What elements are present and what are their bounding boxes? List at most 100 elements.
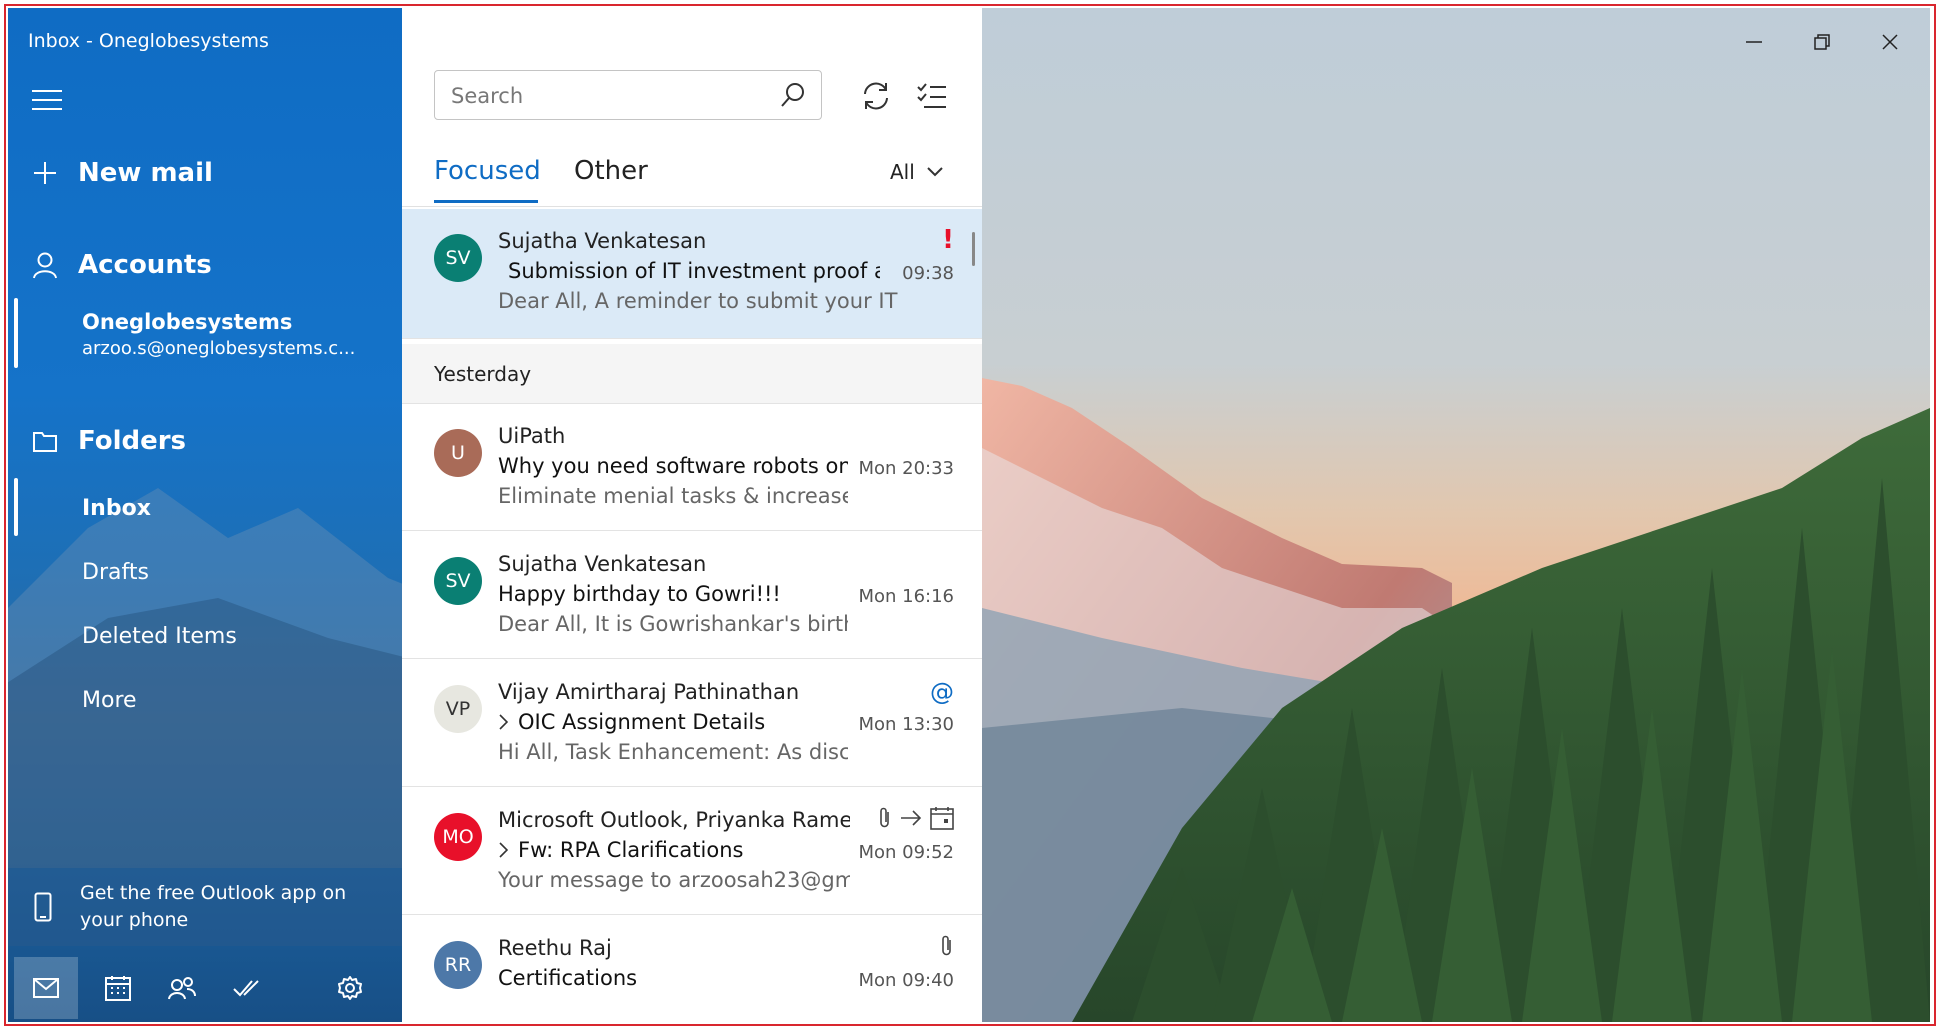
todo-nav-button[interactable] [214,957,278,1019]
sync-button[interactable] [858,78,894,114]
message-subject-row: OIC Assignment Details [498,710,848,734]
attachment-icon [880,807,889,828]
message-time: Mon 20:33 [858,458,954,479]
promo-text: Get the free Outlook app on your phone [80,882,347,931]
people-nav-button[interactable] [150,957,214,1019]
list-divider [402,206,982,207]
new-mail-button[interactable]: New mail [32,158,213,188]
message-subject: Certifications [498,966,638,990]
message-sender: Microsoft Outlook, Priyanka Ramesh [498,808,850,832]
tab-focused-underline [434,200,538,203]
message-sender: Reethu Raj [498,936,612,960]
sync-icon [864,82,888,110]
outlook-app-promo[interactable]: Get the free Outlook app on your phone [8,868,402,946]
calendar-nav-button[interactable] [86,957,150,1019]
message-preview: Eliminate menial tasks & increase er [498,484,848,508]
avatar: SV [434,234,482,282]
reading-pane-background [982,8,1930,1022]
folder-drafts[interactable]: Drafts [82,560,149,585]
message-status-icons: @ [930,678,954,706]
mention-icon: @ [930,678,954,706]
avatar: RR [434,941,482,989]
message-time: Mon 09:40 [858,970,954,991]
message-item[interactable]: SV Sujatha Venkatesan ! Submission of IT… [402,209,982,339]
message-subject: Happy birthday to Gowri!!! [498,582,781,606]
message-time: Mon 09:52 [858,842,954,863]
message-status-icons [940,934,954,958]
people-icon [168,976,196,999]
account-entry[interactable]: Oneglobesystems arzoo.s@oneglobesystems.… [82,310,355,359]
mountain-landscape-image [982,8,1930,1022]
message-preview: Dear All, It is Gowrishankar's birthda [498,612,848,636]
message-status-icons: ! [942,225,954,255]
todo-icon [233,979,259,996]
message-sender: Sujatha Venkatesan [498,552,707,576]
message-preview: Hi All, Task Enhancement: As discuss [498,740,848,764]
forwarded-icon [901,810,922,826]
settings-nav-button[interactable] [318,957,382,1019]
sidebar-background-mountain [8,488,402,868]
list-scrollbar[interactable] [972,232,975,266]
folder-deleted-items[interactable]: Deleted Items [82,624,237,649]
message-status-icons [878,806,954,830]
message-subject: Submission of IT investment proof and [508,259,880,283]
message-subject-row: Submission of IT investment proof and [498,259,880,283]
calendar-icon [105,975,131,1001]
tab-focused[interactable]: Focused [434,156,541,186]
message-subject-row: Certifications [498,966,848,990]
avatar: MO [434,813,482,861]
thread-chevron-icon[interactable] [498,714,508,730]
account-email: arzoo.s@oneglobesystems.c... [82,338,356,359]
avatar: VP [434,685,482,733]
account-active-indicator [14,298,18,368]
search-icon[interactable] [779,81,807,109]
person-icon [33,252,57,279]
thread-chevron-icon[interactable] [498,842,508,858]
message-subject: Fw: RPA Clarifications [518,838,744,862]
important-icon: ! [942,225,954,255]
message-item[interactable]: SV Sujatha Venkatesan Happy birthday to … [402,532,982,659]
folders-label: Folders [78,426,187,456]
checklist-icon [917,83,946,108]
folder-more[interactable]: More [82,688,137,713]
message-subject: Why you need software robots on y [498,454,848,478]
message-item[interactable]: VP Vijay Amirtharaj Pathinathan @ OIC As… [402,660,982,787]
accounts-button[interactable]: Accounts [32,250,212,280]
folders-button[interactable]: Folders [32,426,186,456]
message-item[interactable]: MO Microsoft Outlook, Priyanka Ramesh Fw… [402,788,982,915]
inbox-active-indicator [14,478,18,536]
mail-icon [33,977,59,998]
bottom-navigation [8,953,402,1022]
hamburger-menu-icon[interactable] [32,90,62,112]
message-preview: Your message to arzoosah23@gmai [498,868,850,892]
filter-label: All [890,160,915,184]
folder-inbox[interactable]: Inbox [82,496,151,521]
account-name: Oneglobesystems [82,310,293,334]
date-group-label: Yesterday [434,362,532,386]
tab-other[interactable]: Other [574,156,648,186]
message-subject-row: Why you need software robots on y [498,454,848,478]
message-sender: Vijay Amirtharaj Pathinathan [498,680,800,704]
search-box[interactable] [434,70,822,121]
avatar: U [434,429,482,477]
message-item[interactable]: RR Reethu Raj Certifications Mon 09:40 [402,916,982,1022]
message-time: Mon 13:30 [858,714,954,735]
navigation-pane: Inbox - Oneglobesystems New mail Account… [8,8,402,1022]
message-sender: Sujatha Venkatesan [498,229,707,253]
mail-nav-button[interactable] [14,956,78,1019]
close-button[interactable] [1870,24,1910,60]
minimize-icon [1746,41,1762,43]
minimize-button[interactable] [1734,24,1774,60]
filter-dropdown[interactable]: All [890,160,943,184]
message-time: 09:38 [902,263,954,284]
message-subject-row: Fw: RPA Clarifications [498,838,848,862]
date-group-header: Yesterday [402,344,982,404]
message-item[interactable]: U UiPath Why you need software robots on… [402,404,982,531]
attachment-icon [942,935,951,956]
selection-mode-button[interactable] [914,78,950,114]
message-sender: UiPath [498,424,566,448]
folder-icon [33,432,57,452]
search-input[interactable] [449,71,773,121]
restore-button[interactable] [1802,24,1842,60]
message-time: Mon 16:16 [858,586,954,607]
